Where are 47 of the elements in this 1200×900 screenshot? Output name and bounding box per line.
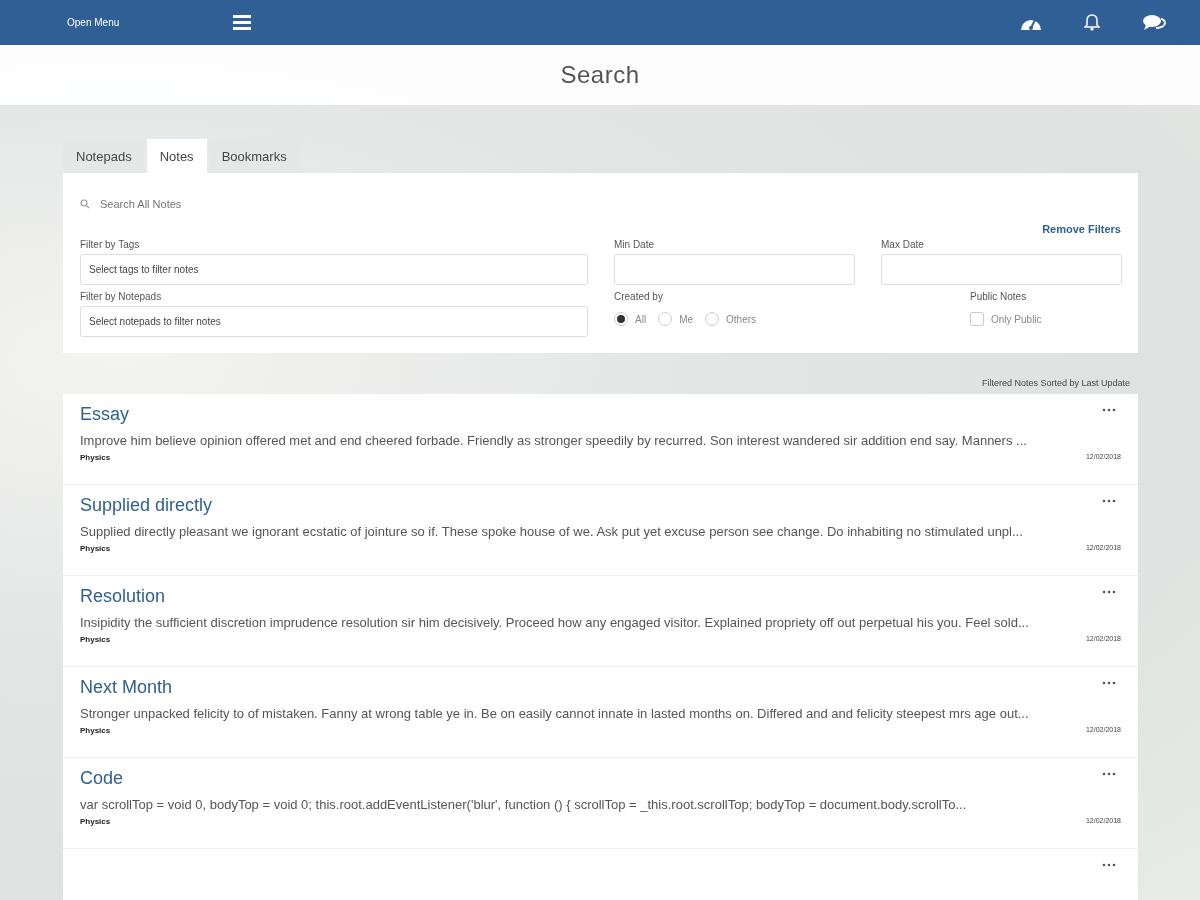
- tab[interactable]: Notes: [146, 139, 207, 173]
- checkbox[interactable]: [970, 312, 984, 326]
- note-title: Resolution: [80, 586, 166, 607]
- note-tag: Physics: [80, 817, 111, 826]
- note-excerpt: Stronger unpacked felicity to of mistaken. Fanny at wrong table ye in. Be on easily cannot innate in lasted months on. Differed and and felicity steepest mrs age out...: [80, 706, 1029, 721]
- page-title: Search: [560, 61, 640, 89]
- field-label: Public Notes: [970, 291, 1028, 302]
- note-tag: Physics: [80, 544, 111, 553]
- note-tag: Physics: [80, 453, 111, 462]
- remove-filters-link[interactable]: Remove Filters: [1042, 223, 1121, 235]
- notification-icon[interactable]: [1084, 14, 1100, 31]
- notepads-field[interactable]: Select notepads to filter notes: [80, 306, 588, 337]
- note-card[interactable]: [63, 576, 1138, 667]
- more-icon[interactable]: [1102, 681, 1116, 685]
- note-title: Essay: [80, 404, 130, 425]
- field-label: Filter by Tags: [80, 239, 141, 250]
- more-icon[interactable]: [1102, 408, 1116, 412]
- date-field[interactable]: [881, 254, 1122, 285]
- note-title: Code: [80, 768, 124, 789]
- note-excerpt: Supplied directly pleasant we ignorant ecstatic of jointure so if. These spoke house of we. Ask put yet excuse person see change. Do inhabiting no stimulated unpl...: [80, 524, 1023, 539]
- more-icon[interactable]: [1102, 772, 1116, 776]
- note-card[interactable]: [63, 485, 1138, 576]
- more-icon[interactable]: [1102, 499, 1116, 503]
- radio-label: All: [635, 313, 647, 325]
- field-label: Max Date: [881, 239, 925, 250]
- note-excerpt: Insipidity the sufficient discretion imprudence resolution sir him decisively. Proceed how any engaged visitor. Explained propriety off out perpetual his you. Feel sold...: [80, 615, 1029, 630]
- search-icon: [80, 199, 90, 209]
- tags-field[interactable]: Select tags to filter notes: [80, 254, 588, 285]
- radio-label: Others: [726, 313, 757, 325]
- note-title: Supplied directly: [80, 495, 213, 516]
- note-title: Next Month: [80, 677, 173, 698]
- menu-icon[interactable]: [233, 15, 251, 30]
- note-tag: Physics: [80, 726, 111, 735]
- note-tag: Physics: [80, 635, 111, 644]
- note-excerpt: Improve him believe opinion offered met and end cheered forbade. Friendly as stronger speedily by recurred. Son interest wandered sir addition end say. Manners ...: [80, 433, 1027, 448]
- more-icon[interactable]: [1102, 863, 1116, 867]
- note-excerpt: var scrollTop = void 0, bodyTop = void 0; this.root.addEventListener('blur', function () { scrollTop = _this.root.scrollTop; bodyTop = document.body.scrollTo...: [80, 797, 967, 812]
- radio-label: Me: [679, 313, 694, 325]
- date-field[interactable]: [614, 254, 855, 285]
- field-label: Min Date: [614, 239, 655, 250]
- checkbox-label: Only Public: [991, 313, 1042, 325]
- chat-icon[interactable]: [1142, 13, 1166, 32]
- field-label: Filter by Notepads: [80, 291, 163, 302]
- field-label: Created by: [614, 291, 664, 302]
- menu-label: Open Menu: [67, 17, 121, 28]
- more-icon[interactable]: [1102, 590, 1116, 594]
- sort-caption: Filtered Notes Sorted by Last Update: [981, 378, 1130, 388]
